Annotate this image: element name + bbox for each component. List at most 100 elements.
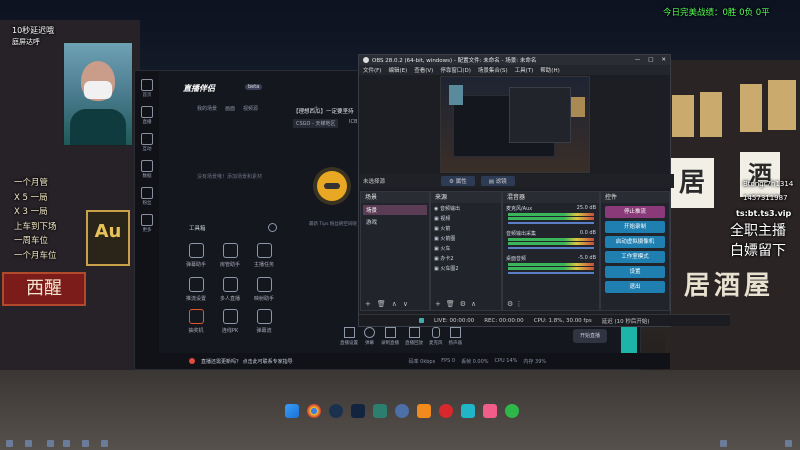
gear-icon: ⚙ — [449, 179, 456, 185]
exit-button[interactable]: 退出 — [605, 281, 665, 293]
minimize-icon[interactable]: — — [635, 57, 641, 63]
home-icon[interactable] — [141, 79, 153, 91]
settings-button[interactable]: 设置 — [605, 266, 665, 278]
tool-danmaku-flow[interactable]: 弹幕流 — [249, 309, 279, 334]
source-item[interactable]: ▣ 视频 — [431, 213, 501, 223]
source-item[interactable]: ▣ 火箭图 — [431, 233, 501, 243]
maximize-icon[interactable]: □ — [648, 57, 653, 63]
tool-pk[interactable]: 连线PK — [215, 309, 245, 334]
scene-item[interactable]: 游戏 — [363, 217, 427, 227]
source-item[interactable]: ▣ 火箭 — [431, 223, 501, 233]
source-item[interactable]: ▣ 办卡2 — [431, 253, 501, 263]
tool-push-settings[interactable]: 推流设置 — [181, 277, 211, 302]
bt-replay[interactable]: 直播回放 — [405, 327, 423, 346]
filters-button[interactable]: ▤ 滤镜 — [480, 176, 515, 186]
netease-music-icon[interactable] — [417, 404, 431, 418]
bt-live-settings[interactable]: 直播设置 — [340, 327, 358, 346]
tool-lottery[interactable]: 抽奖机 — [181, 309, 211, 334]
scene-item[interactable]: 场景 — [363, 205, 427, 215]
remove-icon[interactable]: 🗑 — [377, 300, 392, 308]
obs-preview[interactable] — [440, 76, 590, 173]
tool-mapping[interactable]: 映射助手 — [249, 277, 279, 302]
volume-slider[interactable] — [508, 247, 594, 249]
bilibili-icon[interactable] — [483, 404, 497, 418]
tool-tasks[interactable]: 主播任务 — [249, 243, 279, 268]
add-icon[interactable]: + — [365, 300, 377, 308]
start-record-button[interactable]: 开始录制 — [605, 221, 665, 233]
system-tray-icon[interactable] — [82, 440, 89, 447]
steam-tray-icon[interactable] — [720, 440, 727, 447]
tab-picture[interactable]: 画面 — [225, 105, 235, 112]
system-tray-icon[interactable] — [63, 440, 70, 447]
menu-view[interactable]: 查看(V) — [414, 66, 433, 74]
footer-notice[interactable]: 直播还需更新吗？ 点击此可联系专家指导 — [201, 358, 293, 365]
channel-name: 桌面音频 — [506, 256, 527, 262]
live-icon[interactable] — [141, 106, 153, 118]
mixer-channel: 桌面音频 -5.0 dB — [503, 253, 599, 278]
interact-icon[interactable] — [141, 133, 153, 145]
more-icon[interactable] — [141, 214, 153, 226]
properties-button[interactable]: ⚙ 属性 — [441, 176, 475, 186]
data-icon[interactable] — [141, 160, 153, 172]
source-item[interactable]: ▣ 火车 — [431, 243, 501, 253]
menu-docks[interactable]: 停靠窗口(D) — [440, 66, 471, 74]
menu-scene-collection[interactable]: 场景集合(S) — [478, 66, 508, 74]
volume-slider[interactable] — [508, 222, 594, 224]
system-tray-icon[interactable] — [25, 440, 32, 447]
source-item[interactable]: ▣ 火车图2 — [431, 263, 501, 273]
qq-icon[interactable] — [439, 404, 453, 418]
up-icon[interactable]: ∧ — [471, 300, 481, 308]
add-icon[interactable]: + — [435, 300, 446, 308]
bt-speaker[interactable]: 扬声器 — [449, 327, 462, 346]
tool-room-manager[interactable]: 房管助手 — [215, 243, 245, 268]
system-tray-icon[interactable] — [101, 440, 108, 447]
system-tray-icon[interactable] — [6, 440, 13, 447]
footer-stat: CPU 14% — [494, 358, 518, 364]
studio-mode-button[interactable]: 工作室模式 — [605, 251, 665, 263]
bt-mic[interactable]: 麦克风 — [429, 327, 443, 346]
menu-tools[interactable]: 工具(T) — [515, 66, 534, 74]
bt-record[interactable]: 录制直播 — [381, 327, 399, 346]
up-icon[interactable]: ∧ — [392, 300, 403, 308]
bt-danmaku[interactable]: 弹幕 — [364, 327, 375, 346]
volume-slider[interactable] — [508, 272, 594, 274]
system-tray-icon[interactable] — [785, 440, 792, 447]
tab-video-source[interactable]: 视频源 — [243, 105, 258, 112]
menu-help[interactable]: 帮助(H) — [540, 66, 559, 74]
windows-start-icon[interactable] — [285, 404, 299, 418]
settings-icon[interactable]: ⚙ — [460, 300, 471, 308]
mixer-menu-icon[interactable]: ⋮ — [516, 300, 523, 308]
stop-stream-button[interactable]: 停止推流 — [605, 206, 665, 218]
tool-danmaku[interactable]: 弹幕助手 — [181, 243, 211, 268]
source-item[interactable]: ◉ 音频输出 — [431, 203, 501, 213]
list-item: 上车到下场 — [14, 221, 57, 232]
mixer-settings-icon[interactable]: ⚙ — [507, 300, 513, 308]
close-icon[interactable]: ✕ — [661, 57, 666, 63]
steam-icon[interactable] — [329, 404, 343, 418]
tool-multi-live[interactable]: 多人直播 — [215, 277, 245, 302]
bt-label: 直播设置 — [340, 341, 358, 346]
system-tray-icon[interactable] — [47, 440, 54, 447]
virtual-camera-button[interactable]: 启动虚拟摄像机 — [605, 236, 665, 248]
tool-label: 连线PK — [221, 328, 239, 334]
mixer-dock: 混音器 麦克风/Aux 25.0 dB 音频输出采集 0.0 dB 桌面音频 -5.0… — [502, 191, 600, 311]
source-bar: 未选择源 ⚙ 属性 ▤ 滤镜 — [359, 174, 674, 188]
wechat-icon[interactable] — [505, 404, 519, 418]
controls-dock-title: 控件 — [601, 192, 669, 203]
wps-icon[interactable] — [461, 404, 475, 418]
media-icon[interactable] — [395, 404, 409, 418]
menu-edit[interactable]: 编辑(E) — [388, 66, 407, 74]
menu-file[interactable]: 文件(F) — [363, 66, 381, 74]
tool-label: 房管助手 — [219, 262, 240, 268]
volume-meter — [508, 267, 594, 270]
down-icon[interactable]: ∨ — [403, 300, 414, 308]
edge-icon[interactable] — [373, 404, 387, 418]
steam-alt-icon[interactable] — [351, 404, 365, 418]
start-live-button[interactable]: 开始直播 — [573, 329, 607, 343]
chrome-icon[interactable] — [307, 404, 321, 418]
tools-settings-icon[interactable] — [268, 223, 277, 232]
tab-my-scenes[interactable]: 我的场景 — [197, 105, 217, 112]
fans-icon[interactable] — [141, 187, 153, 199]
footer-stat: FPS 0 — [441, 358, 456, 364]
remove-icon[interactable]: 🗑 — [446, 300, 460, 308]
